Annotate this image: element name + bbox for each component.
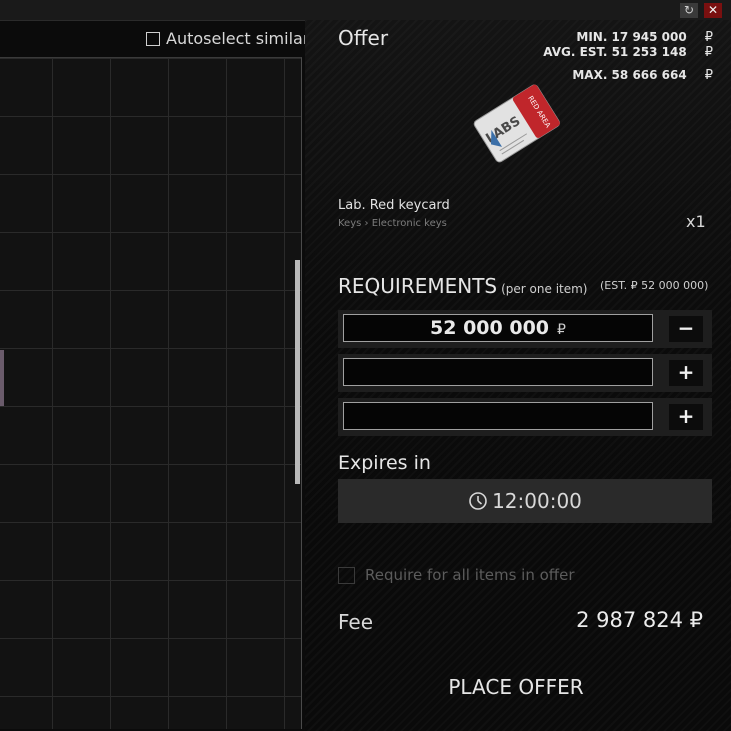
keycard-item-image: RED AREA LABS	[473, 84, 560, 163]
require-all-label: Require for all items in offer	[365, 566, 575, 584]
price-max-value: MAX. 58 666 664	[572, 68, 687, 82]
ruble-icon: ₽	[704, 30, 713, 45]
price-max: MAX. 58 666 664 ₽	[572, 68, 713, 83]
requirements-estimate: (EST. ₽ 52 000 000)	[600, 279, 709, 292]
price-avg: AVG. EST. 51 253 148 ₽	[543, 45, 713, 60]
checkbox-box[interactable]	[146, 31, 160, 46]
requirement-price-value: 52 000 000	[430, 317, 550, 339]
requirement-empty-input[interactable]	[343, 402, 653, 430]
ruble-icon: ₽	[704, 68, 713, 83]
place-offer-button[interactable]: PLACE OFFER	[338, 672, 694, 702]
stash-item-partial[interactable]	[0, 350, 4, 406]
clock-icon	[469, 492, 487, 510]
requirement-price-input[interactable]: 52 000 000 ₽	[343, 314, 653, 342]
stash-scrollbar-thumb[interactable]	[295, 260, 300, 484]
requirements-subtitle: (per one item)	[501, 282, 588, 296]
autoselect-similar-checkbox[interactable]: Autoselect similar	[146, 29, 309, 48]
refresh-icon[interactable]: ↻	[680, 3, 698, 18]
item-category-breadcrumb: Keys › Electronic keys	[338, 218, 447, 229]
requirement-row: 52 000 000 ₽ −	[338, 310, 712, 348]
requirement-row: +	[338, 398, 712, 436]
fee-value: 2 987 824 ₽	[576, 608, 703, 632]
ruble-icon: ₽	[704, 45, 713, 60]
price-avg-value: AVG. EST. 51 253 148	[543, 45, 687, 59]
ruble-icon: ₽	[557, 322, 566, 338]
add-requirement-button[interactable]: +	[669, 404, 703, 430]
item-quantity: x1	[686, 212, 706, 231]
require-all-items-checkbox[interactable]: Require for all items in offer	[338, 566, 575, 584]
requirements-title: REQUIREMENTS	[338, 274, 498, 298]
stash-grid[interactable]	[0, 57, 302, 729]
offer-title: Offer	[338, 26, 389, 50]
remove-requirement-button[interactable]: −	[669, 316, 703, 342]
requirements-heading: REQUIREMENTS (per one item)	[338, 274, 588, 298]
requirement-row: +	[338, 354, 712, 392]
expires-selector[interactable]: 12:00:00	[338, 479, 712, 523]
item-name: Lab. Red keycard	[338, 198, 450, 213]
price-min-value: MIN. 17 945 000	[576, 30, 687, 44]
price-min: MIN. 17 945 000 ₽	[576, 30, 713, 45]
autoselect-label: Autoselect similar	[166, 29, 310, 48]
expires-heading: Expires in	[338, 452, 431, 474]
window-titlebar: ↻ ✕	[0, 0, 731, 21]
fee-label: Fee	[338, 610, 374, 634]
close-icon[interactable]: ✕	[704, 3, 722, 18]
checkbox-box[interactable]	[338, 566, 355, 584]
add-requirement-button[interactable]: +	[669, 360, 703, 386]
requirement-empty-input[interactable]	[343, 358, 653, 386]
expires-time: 12:00:00	[492, 489, 582, 513]
